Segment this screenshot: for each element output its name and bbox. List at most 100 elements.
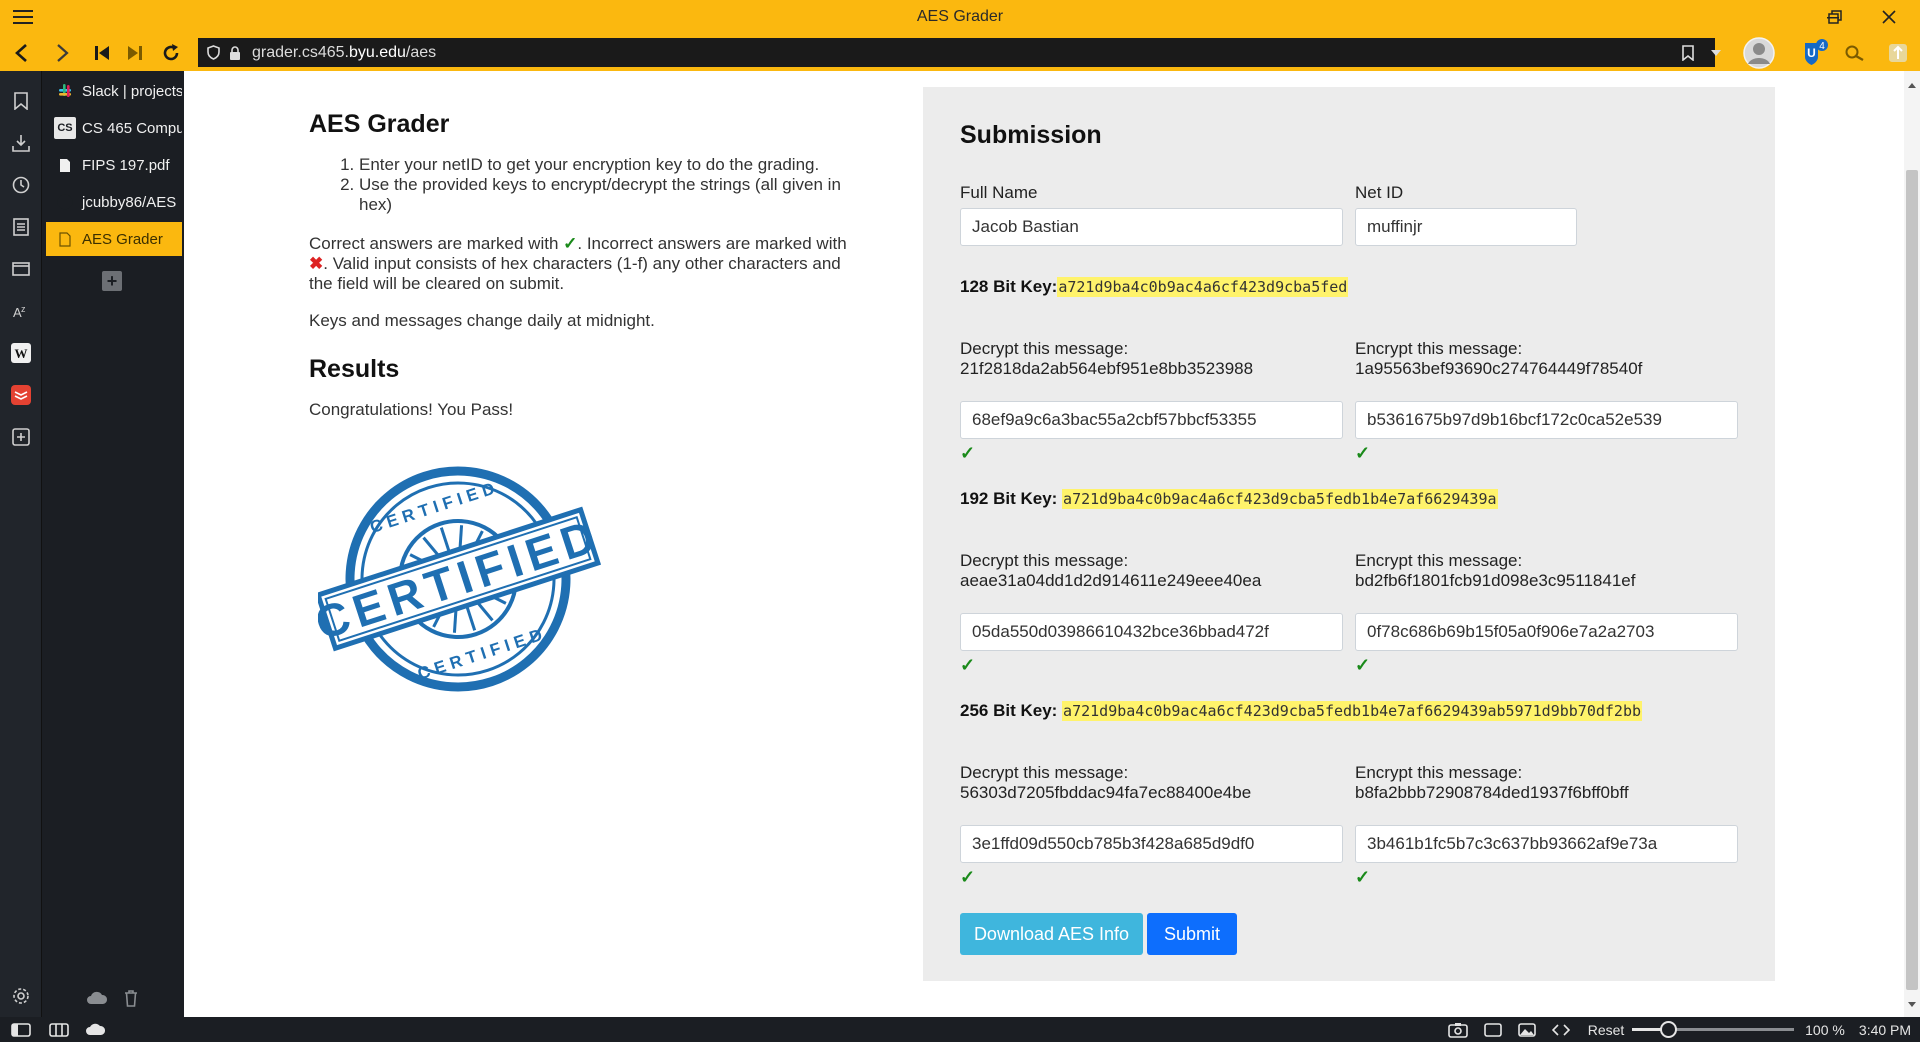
tab-github[interactable]: jcubby86/AES [46,185,182,219]
capture-icon[interactable] [1445,1017,1471,1042]
tab-cs465[interactable]: CS CS 465 Compu [46,111,182,145]
svg-text:z: z [21,304,26,314]
netid-field[interactable]: muffinjr [1355,208,1577,246]
decrypt-message: 56303d7205fbddac94fa7ec88400e4be [960,783,1252,802]
document-icon [54,154,76,176]
encrypt-label: Encrypt this message: [1355,763,1523,782]
scrollbar-thumb[interactable] [1906,170,1918,990]
tab-fips197[interactable]: FIPS 197.pdf [46,148,182,182]
decrypt-label: Decrypt this message: [960,763,1129,782]
slack-icon [54,80,76,102]
chevron-down-icon[interactable] [1703,34,1729,71]
todoist-icon[interactable] [0,377,42,413]
title-bar: AES Grader [0,0,1920,34]
full-name-label: Full Name [960,183,1038,202]
key-128: 128 Bit Key:a721d9ba4c0b9ac4a6cf423d9cba… [960,277,1349,297]
notes-icon[interactable] [0,209,42,245]
encrypt-message: 1a95563bef93690c274764449f78540f [1355,359,1643,378]
address-bar[interactable]: grader.cs465.byu.edu/aes [198,38,1715,67]
navigation-bar: grader.cs465.byu.edu/aes U4 [0,34,1920,71]
window-icon[interactable] [1480,1017,1506,1042]
add-tab-button[interactable]: + [102,271,122,291]
instruction-step: Use the provided keys to encrypt/decrypt… [359,175,864,215]
marking-explanation: Correct answers are marked with ✓. Incor… [309,234,847,293]
status-bar: Reset 100 % 3:40 PM [0,1017,1920,1042]
fast-forward-icon[interactable] [118,34,152,71]
check-icon: ✓ [960,443,976,463]
zoom-level: 100 % [1805,1021,1845,1038]
cloud-icon[interactable] [82,984,112,1012]
rewind-icon[interactable] [85,34,119,71]
encrypt-answer-field[interactable]: b5361675b97d9b16bcf172c0ca52e539 [1355,401,1738,439]
extension-shield-icon[interactable]: U4 [1800,34,1830,71]
page-actions-icon[interactable] [1548,1017,1574,1042]
translate-icon[interactable]: Az [0,293,42,329]
svg-text:4: 4 [1819,41,1825,52]
decrypt-message: aeae31a04dd1d2d914611e249eee40ea [960,571,1262,590]
back-icon[interactable] [4,34,38,71]
add-panel-icon[interactable] [0,419,42,455]
reset-zoom-button[interactable]: Reset [1584,1017,1628,1042]
decrypt-message: 21f2818da2ab564ebf951e8bb3523988 [960,359,1254,378]
key-192: 192 Bit Key: a721d9ba4c0b9ac4a6cf423d9cb… [960,489,1498,509]
check-icon: ✓ [960,867,976,887]
clock-time: 3:40 PM [1858,1021,1912,1038]
instruction-step: Enter your netID to get your encryption … [359,155,864,175]
wikipedia-icon[interactable]: W [0,335,42,371]
certified-stamp: CERTIFIED CERTIFIED CERTIFIED [309,465,608,695]
full-name-field[interactable]: Jacob Bastian [960,208,1343,246]
github-icon [54,191,76,213]
sync-cloud-icon[interactable] [82,1017,108,1042]
decrypt-label: Decrypt this message: [960,551,1129,570]
pass-message: Congratulations! You Pass! [309,400,514,419]
reload-icon[interactable] [154,34,188,71]
incorrect-mark-icon: ✖ [309,254,324,273]
encrypt-answer-field[interactable]: 3b461b1fc5b7c3c637bb93662af9e73a [1355,825,1738,863]
download-aes-info-button[interactable]: Download AES Info [960,913,1143,955]
url-text[interactable]: grader.cs465.byu.edu/aes [252,44,436,62]
history-icon[interactable] [0,167,42,203]
zoom-slider-thumb[interactable] [1659,1021,1677,1038]
key-256: 256 Bit Key: a721d9ba4c0b9ac4a6cf423d9cb… [960,701,1643,721]
encrypt-message: b8fa2bbb72908784ded1937f6bff0bff [1355,783,1629,802]
avatar[interactable] [1742,34,1776,71]
forward-icon[interactable] [46,34,80,71]
page-title: AES Grader [309,110,450,138]
window-title: AES Grader [916,8,1004,25]
submit-button[interactable]: Submit [1147,913,1237,955]
decrypt-answer-field[interactable]: 3e1ffd09d550cb785b3f428a685d9df0 [960,825,1343,863]
trash-icon[interactable] [116,984,146,1012]
downloads-icon[interactable] [0,125,42,161]
encrypt-answer-field[interactable]: 0f78c686b69b15f05a0f906e7a2a2703 [1355,613,1738,651]
panel-strip: Az W [0,71,42,1017]
svg-text:U: U [1807,46,1816,60]
window-panel-icon[interactable] [0,251,42,287]
document-icon [54,228,76,250]
extension-magnifier-icon[interactable] [1840,34,1870,71]
decrypt-answer-field[interactable]: 05da550d03986610432bce36bbad472f [960,613,1343,651]
instructions-column: AES Grader Enter your netID to get your … [309,110,864,420]
restore-window-icon[interactable] [1812,0,1858,34]
settings-icon[interactable] [0,978,42,1014]
tab-slack[interactable]: Slack | projects [46,74,182,108]
results-heading: Results [309,355,400,383]
lock-icon [224,38,246,67]
extension-puzzle-icon[interactable] [1884,34,1912,71]
bookmarks-icon[interactable] [0,83,42,119]
netid-label: Net ID [1355,183,1404,202]
zoom-slider[interactable] [1630,1017,1796,1042]
tab-tiling-icon[interactable] [46,1017,72,1042]
tab-panel: Slack | projects CS CS 465 Compu FIPS 19… [42,71,184,1017]
keys-note: Keys and messages change daily at midnig… [309,311,655,330]
cs-icon: CS [54,117,76,139]
images-icon[interactable] [1514,1017,1540,1042]
panel-toggle-icon[interactable] [8,1017,34,1042]
shield-icon[interactable] [202,38,224,67]
decrypt-answer-field[interactable]: 68ef9a9c6a3bac55a2cbf57bbcf53355 [960,401,1343,439]
encrypt-label: Encrypt this message: [1355,551,1523,570]
close-icon[interactable] [1866,0,1912,34]
submission-panel: Submission Full Name Jacob Bastian Net I… [923,87,1775,981]
encrypt-label: Encrypt this message: [1355,339,1523,358]
bookmark-icon[interactable] [1676,34,1700,71]
tab-aes-grader[interactable]: AES Grader [46,222,182,256]
